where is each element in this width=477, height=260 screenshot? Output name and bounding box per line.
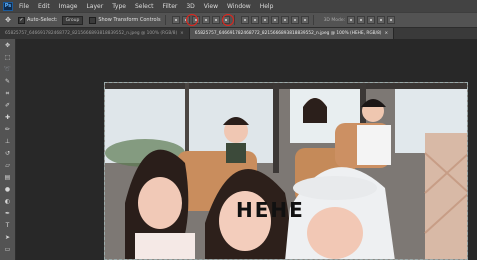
crop-tool-icon[interactable]: ⌗ xyxy=(3,89,13,99)
menu-bar: Ps File Edit Image Layer Type Select Fil… xyxy=(0,0,477,12)
separator xyxy=(312,15,314,25)
3d-rotate-icon[interactable] xyxy=(347,16,356,24)
move-tool-icon[interactable]: ✥ xyxy=(3,41,13,51)
distribute-vcenter-icon[interactable] xyxy=(250,16,259,24)
menu-edit[interactable]: Edit xyxy=(38,3,50,10)
menu-file[interactable]: File xyxy=(19,3,29,10)
annotation-circle xyxy=(186,14,198,26)
3d-slide-icon[interactable] xyxy=(377,16,386,24)
menu-select[interactable]: Select xyxy=(135,3,154,10)
auto-select-checkbox[interactable]: ✓ xyxy=(18,16,25,24)
hehe-text-layer: HEHE xyxy=(236,198,305,222)
align-top-edges-icon[interactable] xyxy=(171,16,180,24)
menu-help[interactable]: Help xyxy=(260,3,274,10)
distribute-left-icon[interactable] xyxy=(270,16,279,24)
document-photo[interactable]: HEHE xyxy=(104,82,468,260)
distribute-right-icon[interactable] xyxy=(290,16,299,24)
menu-type[interactable]: Type xyxy=(112,3,126,10)
move-tool-preset-icon[interactable]: ✥ xyxy=(4,16,12,24)
3d-mode-group: 3D Mode: xyxy=(324,16,396,24)
clone-stamp-tool-icon[interactable]: ⊥ xyxy=(3,137,13,147)
marquee-tool-icon[interactable]: ⬚ xyxy=(3,53,13,63)
pen-tool-icon[interactable]: ✒ xyxy=(3,209,13,219)
align-left-edges-icon[interactable] xyxy=(201,16,210,24)
options-bar: ✥ ✓ Auto-Select: Group Show Transform Co… xyxy=(0,12,477,28)
show-transform-controls-label: Show Transform Controls xyxy=(98,17,161,23)
auto-align-layers-icon[interactable] xyxy=(300,16,309,24)
annotation-circle xyxy=(222,14,234,26)
eraser-tool-icon[interactable]: ▱ xyxy=(3,161,13,171)
menu-filter[interactable]: Filter xyxy=(163,3,178,10)
blur-tool-icon[interactable]: ● xyxy=(3,185,13,195)
gradient-tool-icon[interactable]: ▤ xyxy=(3,173,13,183)
lasso-tool-icon[interactable]: ➰ xyxy=(3,65,13,75)
menu-3d[interactable]: 3D xyxy=(186,3,194,10)
tab-label: 65825757_646691782468772_821566689381883… xyxy=(194,31,382,36)
separator xyxy=(164,15,166,25)
type-tool-icon[interactable]: T xyxy=(3,221,13,231)
auto-select-label: Auto-Select: xyxy=(27,17,58,23)
quick-select-tool-icon[interactable]: ✎ xyxy=(3,77,13,87)
close-icon[interactable]: × xyxy=(384,31,388,36)
auto-select-target-dropdown[interactable]: Group xyxy=(61,15,84,25)
document-tab-active[interactable]: 65825757_646691782468772_821566689381883… xyxy=(189,28,395,39)
path-selection-tool-icon[interactable]: ➤ xyxy=(3,233,13,243)
3d-drag-icon[interactable] xyxy=(367,16,376,24)
healing-brush-tool-icon[interactable]: ✚ xyxy=(3,113,13,123)
brush-tool-icon[interactable]: ✏ xyxy=(3,125,13,135)
shape-tool-icon[interactable]: ▭ xyxy=(3,245,13,255)
3d-scale-icon[interactable] xyxy=(387,16,396,24)
dodge-tool-icon[interactable]: ◐ xyxy=(3,197,13,207)
document-tab-bar: 65825757_646691782468772_821566689381883… xyxy=(0,28,477,39)
menu-view[interactable]: View xyxy=(204,3,218,10)
document-tab[interactable]: 65825757_646691782468772_821566689381883… xyxy=(0,28,190,39)
distribute-bottom-icon[interactable] xyxy=(260,16,269,24)
3d-mode-label: 3D Mode: xyxy=(323,17,346,23)
menu-layer[interactable]: Layer xyxy=(86,3,103,10)
menu-image[interactable]: Image xyxy=(59,3,78,10)
menu-window[interactable]: Window xyxy=(227,3,251,10)
tab-label: 65825757_646691782468772_821566689381883… xyxy=(5,31,178,36)
history-brush-tool-icon[interactable]: ↺ xyxy=(3,149,13,159)
tools-panel: ✥ ⬚ ➰ ✎ ⌗ ✐ ✚ ✏ ⊥ ↺ ▱ ▤ ● ◐ ✒ T ➤ ▭ xyxy=(0,39,16,260)
photo-illustration xyxy=(105,83,467,259)
distribute-hcenter-icon[interactable] xyxy=(280,16,289,24)
distribute-top-icon[interactable] xyxy=(240,16,249,24)
align-horizontal-centers-icon[interactable] xyxy=(211,16,220,24)
close-icon[interactable]: × xyxy=(180,31,184,36)
photoshop-logo-icon: Ps xyxy=(3,1,13,11)
eyedropper-tool-icon[interactable]: ✐ xyxy=(3,101,13,111)
3d-roll-icon[interactable] xyxy=(357,16,366,24)
show-transform-controls-checkbox[interactable] xyxy=(89,16,97,24)
